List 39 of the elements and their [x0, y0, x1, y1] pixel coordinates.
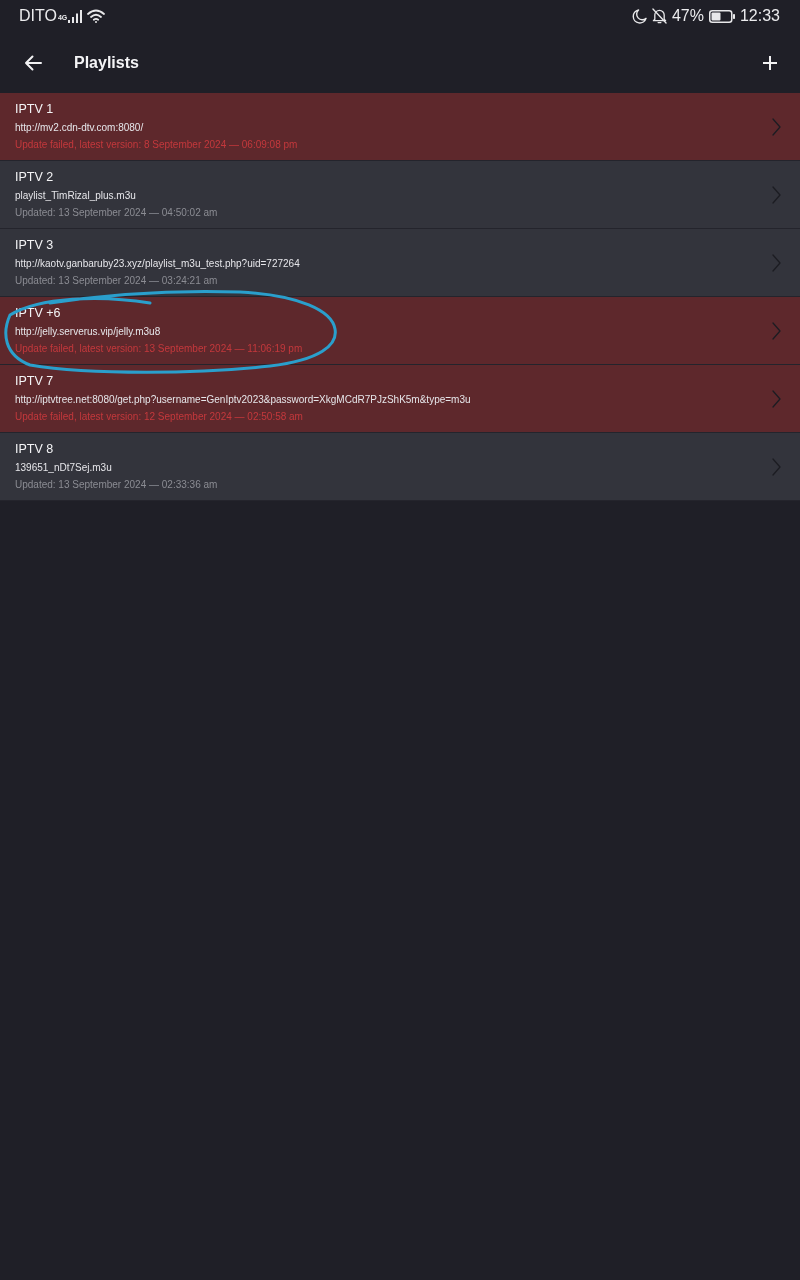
- playlist-row[interactable]: IPTV 8 139651_nDt7Sej.m3u Updated: 13 September 2024 — 02:33:36 am: [0, 433, 800, 501]
- update-status: Updated: 13 September 2024 — 03:24:21 am: [15, 274, 218, 287]
- playlist-row[interactable]: IPTV 3 http://kaotv.ganbaruby23.xyz/playlist_m3u_test.php?uid=727264 Updated: 13 September 2024 — 03:24:21 am: [0, 229, 800, 297]
- chevron-right-icon: [772, 185, 781, 204]
- playlist-row[interactable]: IPTV 1 http://mv2.cdn-dtv.com:8080/ Update failed, latest version: 8 September 2024 — 06:09:08 pm: [0, 93, 800, 161]
- update-status: Updated: 13 September 2024 — 02:33:36 am: [15, 478, 218, 491]
- playlist-url: http://jelly.serverus.vip/jelly.m3u8: [15, 325, 161, 338]
- playlist-url: playlist_TimRizal_plus.m3u: [15, 189, 136, 202]
- chevron-right-icon: [772, 321, 781, 340]
- update-status: Updated: 13 September 2024 — 04:50:02 am: [15, 206, 218, 219]
- playlist-row[interactable]: IPTV 7 http://iptvtree.net:8080/get.php?username=GenIptv2023&password=XkgMCdR7PJzShK5m&type=m3u Update failed, latest version: 12 September 2024 — 02:50:58 am: [0, 365, 800, 433]
- playlist-name: IPTV 1: [15, 101, 54, 117]
- wifi-icon: [87, 9, 106, 23]
- playlist-name: IPTV 7: [15, 373, 54, 389]
- playlist-name: IPTV 2: [15, 169, 54, 185]
- playlist-url: http://kaotv.ganbaruby23.xyz/playlist_m3u_test.php?uid=727264: [15, 257, 300, 270]
- chevron-right-icon: [772, 389, 781, 408]
- playlist-name: IPTV 8: [15, 441, 54, 457]
- chevron-right-icon: [772, 253, 781, 272]
- moon-icon: [631, 8, 647, 24]
- playlist-url: 139651_nDt7Sej.m3u: [15, 461, 112, 474]
- signal-icon: [68, 10, 83, 23]
- chevron-right-icon: [772, 457, 781, 476]
- carrier-name: DITO: [19, 7, 57, 25]
- plus-icon: [763, 55, 777, 70]
- playlist-row[interactable]: IPTV 2 playlist_TimRizal_plus.m3u Updated: 13 September 2024 — 04:50:02 am: [0, 161, 800, 229]
- playlist-url: http://iptvtree.net:8080/get.php?username=GenIptv2023&password=XkgMCdR7PJzShK5m&type=m3u: [15, 393, 471, 406]
- back-arrow-icon: [24, 54, 42, 71]
- chevron-right-icon: [772, 117, 781, 136]
- playlist-url: http://mv2.cdn-dtv.com:8080/: [15, 121, 144, 134]
- page-title: Playlists: [74, 53, 140, 72]
- update-status: Update failed, latest version: 12 September 2024 — 02:50:58 am: [15, 410, 303, 423]
- battery-percent: 47%: [671, 7, 704, 25]
- update-status: Update failed, latest version: 8 September 2024 — 06:09:08 pm: [15, 138, 298, 151]
- update-status: Update failed, latest version: 13 September 2024 — 11:06:19 pm: [15, 342, 303, 355]
- bell-off-icon: [651, 8, 667, 24]
- battery-icon: [708, 9, 735, 23]
- playlist-name: IPTV 3: [15, 237, 54, 253]
- clock-time: 12:33: [739, 7, 780, 25]
